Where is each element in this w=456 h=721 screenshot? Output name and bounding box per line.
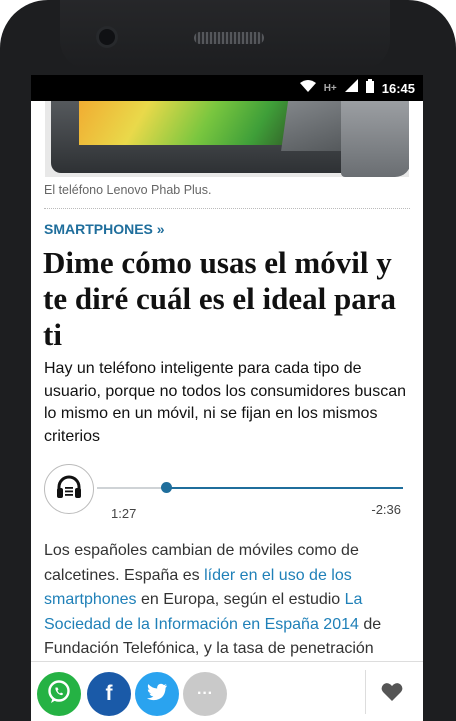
front-camera <box>99 29 115 45</box>
tablet-back <box>341 101 409 177</box>
more-share-button[interactable]: ··· <box>183 672 227 716</box>
body-text-2: en Europa, según el estudio <box>136 591 345 608</box>
signal-icon <box>344 79 358 97</box>
tablet-device <box>51 101 361 173</box>
audio-remaining-time: -2:36 <box>371 502 401 517</box>
facebook-share-button[interactable]: f <box>87 672 131 716</box>
audio-play-button[interactable] <box>44 464 94 514</box>
clock: 16:45 <box>381 80 415 96</box>
wifi-icon <box>299 79 316 97</box>
article-subhead: Hay un teléfono inteligente para cada ti… <box>44 360 406 446</box>
status-bar: H+ 16:45 <box>31 75 423 101</box>
phone-frame: H+ 16:45 El teléfono Lenovo Phab Plus. S… <box>0 0 456 721</box>
twitter-icon <box>146 683 168 706</box>
whatsapp-icon <box>46 679 72 710</box>
audio-progress-remaining[interactable] <box>167 487 403 489</box>
share-bar-divider <box>365 670 366 714</box>
image-caption: El teléfono Lenovo Phab Plus. <box>44 183 212 197</box>
earpiece-speaker <box>194 32 264 44</box>
share-bar: f ··· <box>31 661 423 721</box>
article-body: Los españoles cambian de móviles como de… <box>44 539 412 662</box>
article-headline: Dime cómo usas el móvil y te diré cuál e… <box>43 245 396 352</box>
heart-icon <box>381 683 403 706</box>
audio-progress-played <box>97 487 167 489</box>
whatsapp-share-button[interactable] <box>37 672 81 716</box>
favorite-button[interactable] <box>381 682 403 707</box>
twitter-share-button[interactable] <box>135 672 179 716</box>
divider <box>44 208 410 209</box>
network-type: H+ <box>323 82 337 94</box>
audio-elapsed-time: 1:27 <box>111 506 137 521</box>
audio-scrubber-handle[interactable] <box>161 482 172 493</box>
section-link[interactable]: SMARTPHONES » <box>44 221 165 237</box>
battery-icon <box>365 78 374 98</box>
headphones-icon <box>56 475 82 504</box>
screen: H+ 16:45 El teléfono Lenovo Phab Plus. S… <box>31 75 423 721</box>
more-icon: ··· <box>197 685 213 702</box>
facebook-icon: f <box>105 682 113 705</box>
article-image[interactable] <box>45 101 409 177</box>
